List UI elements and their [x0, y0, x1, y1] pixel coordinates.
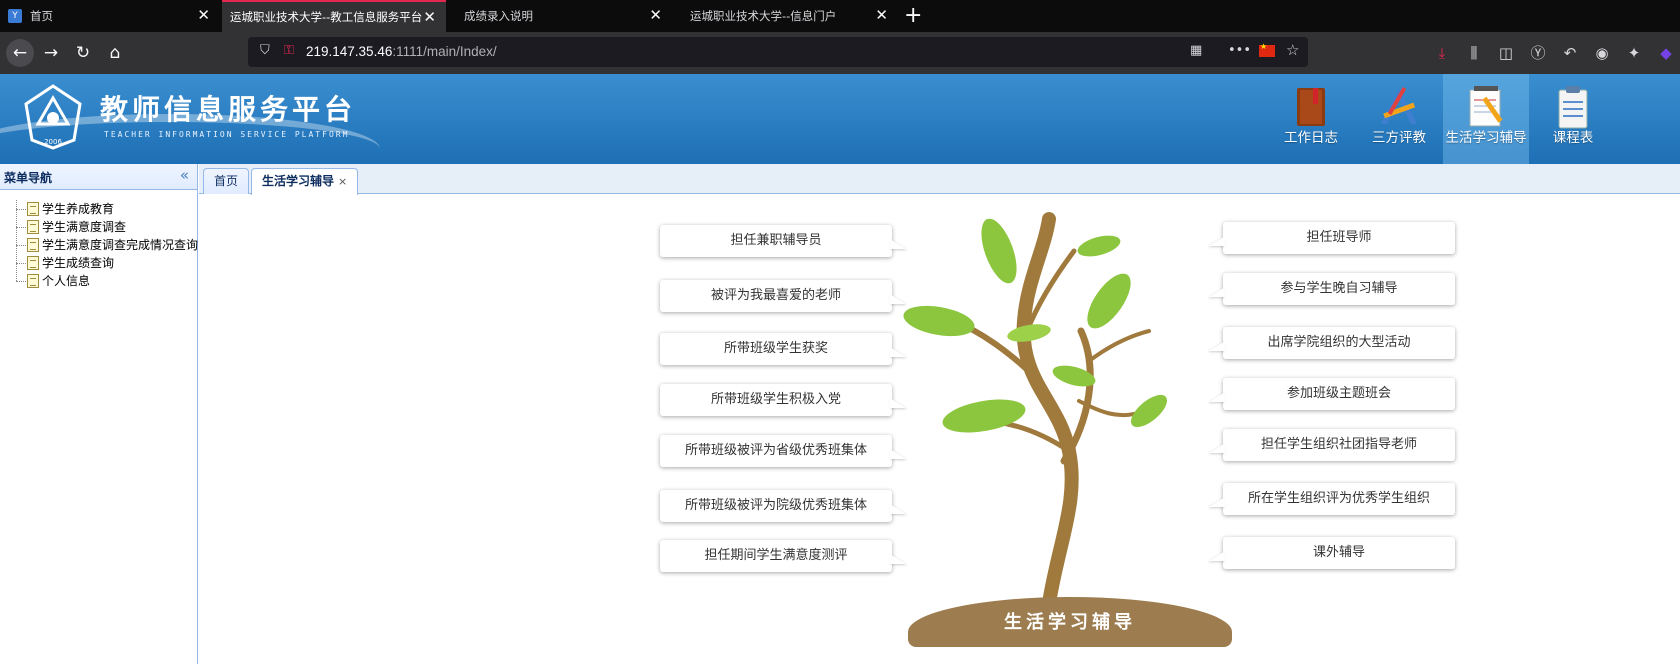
bubble-provincial-excellent-class[interactable]: 所带班级被评为省级优秀班集体	[660, 435, 892, 467]
library-icon[interactable]: ⫼	[1464, 42, 1484, 64]
more-actions-icon[interactable]: •••	[1228, 43, 1251, 58]
sidebar-item-survey-completion-query[interactable]: 学生满意度调查完成情况查询	[16, 236, 199, 254]
document-icon	[27, 256, 39, 270]
undo-icon[interactable]: ↶	[1560, 42, 1580, 64]
bookmark-star-icon[interactable]: ☆	[1286, 41, 1299, 59]
browser-tab[interactable]: 成绩录入说明 ✕	[448, 0, 672, 32]
browser-tab-label: 成绩录入说明	[464, 9, 533, 23]
close-tab-icon[interactable]: ✕	[197, 7, 210, 23]
content-tab-strip: 首页 生活学习辅导 ×	[199, 164, 1680, 195]
bubble-large-events[interactable]: 出席学院组织的大型活动	[1223, 327, 1455, 359]
browser-tab[interactable]: 运城职业技术大学--信息门户 ✕	[674, 0, 898, 32]
notepad-icon	[1469, 86, 1503, 127]
app-title: 教师信息服务平台	[100, 93, 357, 126]
sidebar-header: 菜单导航 «	[0, 164, 197, 190]
sidebar-item-label: 学生满意度调查	[42, 220, 127, 234]
topnav-label: 三方评教	[1372, 130, 1426, 146]
topnav-life-study-guidance[interactable]: 生活学习辅导	[1443, 74, 1529, 164]
browser-tab-label: 首页	[30, 9, 53, 23]
tab-home[interactable]: 首页	[203, 168, 250, 194]
tab-life-study-guidance[interactable]: 生活学习辅导 ×	[251, 168, 359, 195]
browser-tab-active[interactable]: 运城职业技术大学--教工信息服务平台 ✕	[222, 0, 446, 32]
sidebar-item-label: 个人信息	[42, 274, 91, 288]
browser-tab-label: 运城职业技术大学--教工信息服务平台	[230, 10, 423, 24]
reload-button[interactable]: ↻	[72, 42, 94, 64]
browser-tab[interactable]: Y 首页 ✕	[0, 0, 220, 32]
bubble-class-awards[interactable]: 所带班级学生获奖	[660, 333, 892, 365]
topnav-label: 工作日志	[1284, 130, 1338, 146]
url-text[interactable]: 219.147.35.46:1111/main/Index/	[306, 44, 497, 59]
bubble-satisfaction-evaluation[interactable]: 担任期间学生满意度测评	[660, 540, 892, 572]
topnav-course-schedule[interactable]: 课程表	[1530, 74, 1616, 164]
bubble-party-membership[interactable]: 所带班级学生积极入党	[660, 384, 892, 416]
university-logo-icon: 2006	[24, 84, 82, 150]
bubble-extracurricular-tutoring[interactable]: 课外辅导	[1223, 537, 1455, 569]
sidebar: 菜单导航 « 学生养成教育 学生满意度调查 学生满意度调查完成情况查询 学生成绩…	[0, 164, 198, 664]
app-subtitle: TEACHER INFORMATION SERVICE PLATFORM	[104, 130, 350, 139]
bubble-club-advisor[interactable]: 担任学生组织社团指导老师	[1223, 429, 1455, 461]
logo-year: 2006	[44, 138, 62, 146]
sidebar-item-label: 学生养成教育	[42, 202, 115, 216]
browser-tab-bar: Y 首页 ✕ 运城职业技术大学--教工信息服务平台 ✕ 成绩录入说明 ✕ 运城职…	[0, 0, 1680, 32]
clipboard-icon	[1558, 86, 1588, 129]
forward-button[interactable]: →	[40, 42, 62, 64]
close-tab-icon[interactable]: ✕	[423, 9, 436, 25]
document-icon	[27, 220, 39, 234]
close-tab-icon[interactable]: ✕	[875, 7, 888, 23]
bubble-part-time-counselor[interactable]: 担任兼职辅导员	[660, 225, 892, 257]
qr-code-icon[interactable]: ▦	[1190, 43, 1202, 58]
document-icon	[27, 202, 39, 216]
tab-label: 生活学习辅导	[262, 174, 335, 188]
sidebar-item-label: 学生满意度调查完成情况查询	[42, 238, 199, 252]
bubble-class-mentor[interactable]: 担任班导师	[1223, 222, 1455, 254]
bubble-college-excellent-class[interactable]: 所带班级被评为院级优秀班集体	[660, 490, 892, 522]
bubble-excellent-student-org[interactable]: 所在学生组织评为优秀学生组织	[1223, 483, 1455, 515]
bubble-evening-study[interactable]: 参与学生晚自习辅导	[1223, 273, 1455, 305]
back-button[interactable]: ←	[6, 39, 34, 67]
close-tab-icon[interactable]: ✕	[649, 7, 662, 23]
topnav-label: 生活学习辅导	[1445, 130, 1527, 146]
new-tab-button[interactable]: +	[904, 3, 922, 29]
sidebar-item-personal-info[interactable]: 个人信息	[16, 272, 197, 290]
document-icon	[27, 238, 39, 252]
download-icon[interactable]: ⤓	[1432, 42, 1452, 64]
bubble-favorite-teacher[interactable]: 被评为我最喜爱的老师	[660, 280, 892, 312]
close-tab-icon[interactable]: ×	[338, 175, 347, 188]
address-bar[interactable]: ⛉ ⚿ 219.147.35.46:1111/main/Index/ ▦ •••…	[248, 37, 1308, 67]
main-content: 生活学习辅导 担任兼职辅导员 被评为我最喜爱的老师 所带班级学生获奖 所带班级学…	[199, 195, 1680, 664]
tools-icon	[1381, 87, 1417, 124]
topnav-work-log[interactable]: 工作日志	[1268, 74, 1354, 164]
collapse-sidebar-icon[interactable]: «	[180, 166, 189, 184]
sidebar-item-label: 学生成绩查询	[42, 256, 115, 270]
insecure-lock-icon[interactable]: ⚿	[284, 43, 294, 58]
sidebar-item-grade-query[interactable]: 学生成绩查询	[16, 254, 197, 272]
book-icon	[1297, 88, 1325, 126]
tab-label: 首页	[214, 174, 239, 188]
topnav-label: 课程表	[1552, 130, 1594, 146]
extension-circle-icon[interactable]: ◉	[1592, 42, 1612, 64]
sidebar-item-student-development[interactable]: 学生养成教育	[16, 200, 197, 218]
browser-tab-label: 运城职业技术大学--信息门户	[690, 9, 837, 23]
site-favicon-icon: Y	[8, 9, 22, 23]
sidebar-icon[interactable]: ◫	[1496, 42, 1516, 64]
sidebar-title: 菜单导航	[4, 171, 53, 185]
bubble-class-theme-meeting[interactable]: 参加班级主题班会	[1223, 378, 1455, 410]
shield-icon[interactable]: ⛉	[260, 43, 270, 58]
china-flag-icon[interactable]	[1259, 42, 1275, 57]
extension-diamond-icon[interactable]: ◆	[1656, 42, 1676, 64]
extension-puzzle-icon[interactable]: ✦	[1624, 42, 1644, 64]
menu-tree: 学生养成教育 学生满意度调查 学生满意度调查完成情况查询 学生成绩查询 个人信息	[16, 200, 199, 290]
topnav-three-party-evaluation[interactable]: 三方评教	[1356, 74, 1442, 164]
home-button[interactable]: ⌂	[104, 42, 126, 64]
sidebar-item-satisfaction-survey[interactable]: 学生满意度调查	[16, 218, 197, 236]
extension-y-icon[interactable]: Ⓨ	[1528, 42, 1548, 64]
ground-label: 生活学习辅导	[1004, 612, 1136, 633]
browser-toolbar: ← → ↻ ⌂ ⛉ ⚿ 219.147.35.46:1111/main/Inde…	[0, 32, 1680, 74]
document-icon	[27, 274, 39, 288]
app-header: 2006 教师信息服务平台 TEACHER INFORMATION SERVIC…	[0, 74, 1680, 164]
tree-illustration	[903, 212, 1168, 610]
